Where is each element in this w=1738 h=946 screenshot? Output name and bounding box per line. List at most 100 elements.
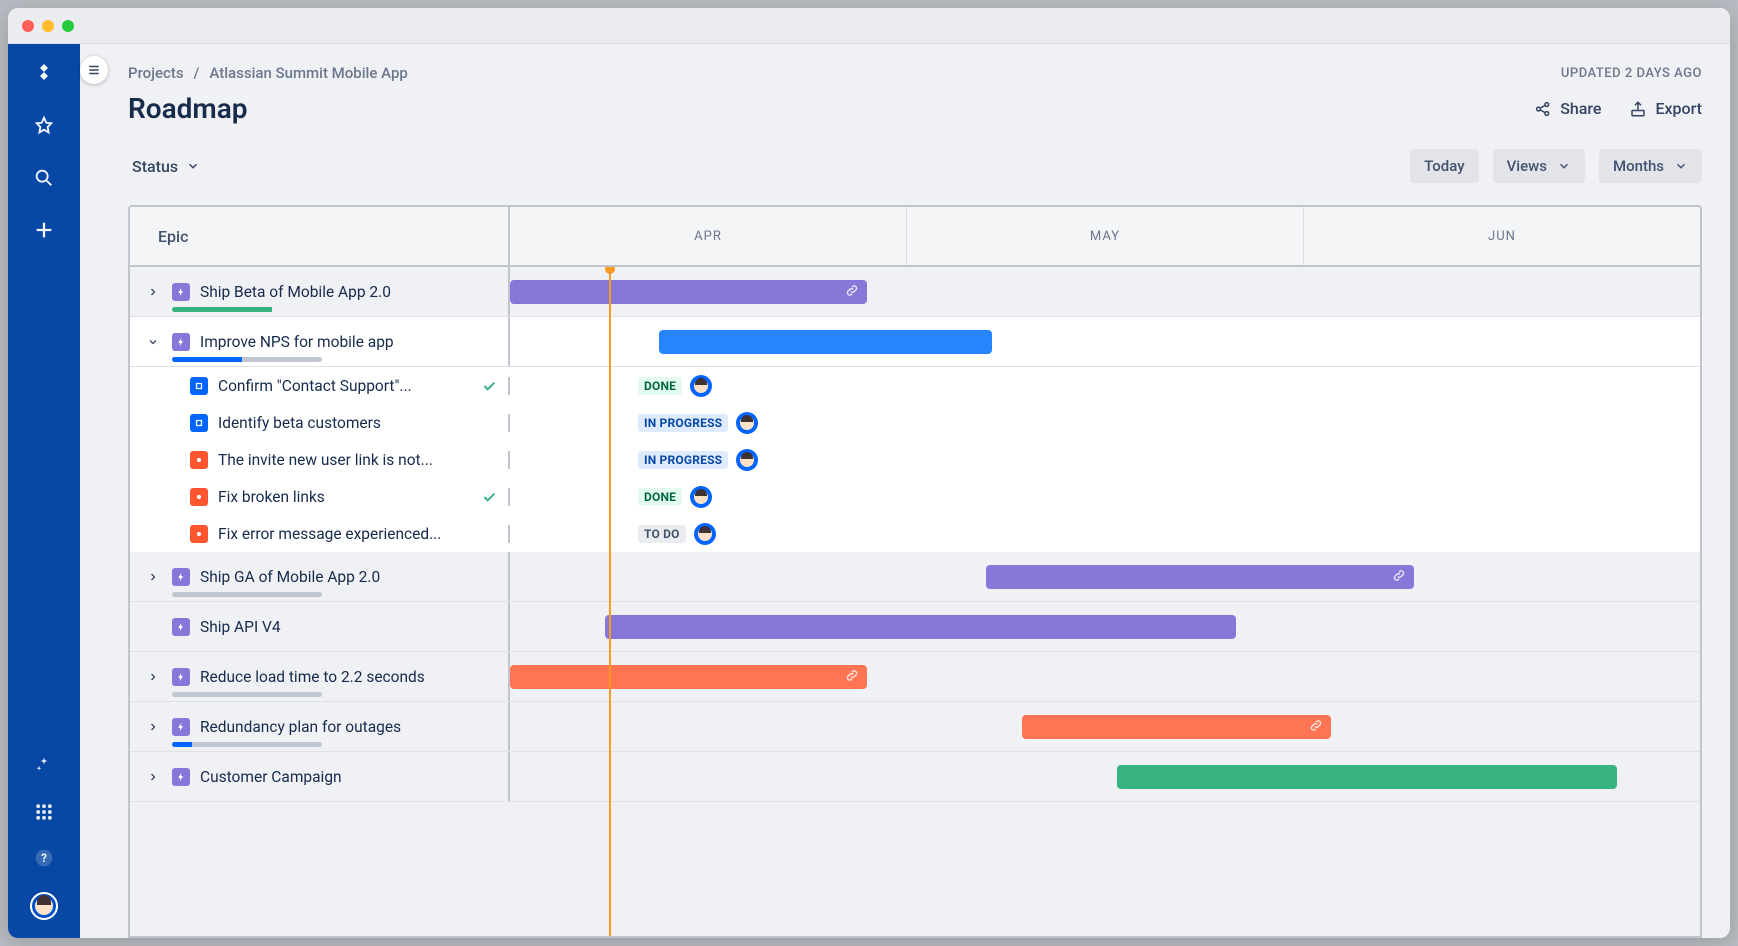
epic-row: Reduce load time to 2.2 seconds bbox=[130, 652, 1700, 702]
expand-chevron-icon[interactable] bbox=[144, 718, 162, 736]
child-row: The invite new user link is not... IN PR… bbox=[130, 441, 1700, 478]
epic-icon bbox=[172, 718, 190, 736]
epic-row-left[interactable]: Reduce load time to 2.2 seconds bbox=[130, 652, 510, 701]
epic-bar[interactable] bbox=[659, 330, 992, 354]
grid-body: Ship Beta of Mobile App 2.0 Improve NPS … bbox=[130, 267, 1700, 936]
epic-row-timeline[interactable] bbox=[510, 752, 1700, 801]
assignee-avatar[interactable] bbox=[736, 449, 758, 471]
page-header: Roadmap Share Export bbox=[128, 92, 1702, 125]
page-title: Roadmap bbox=[128, 92, 248, 125]
epic-title: Customer Campaign bbox=[200, 768, 498, 786]
assignee-avatar[interactable] bbox=[736, 412, 758, 434]
epic-row: Improve NPS for mobile app bbox=[130, 317, 1700, 367]
child-row-left[interactable]: Fix broken links bbox=[130, 488, 510, 506]
epic-bar[interactable] bbox=[510, 280, 867, 304]
jira-logo-icon[interactable] bbox=[32, 62, 56, 86]
share-label: Share bbox=[1560, 99, 1601, 118]
epic-row: Ship Beta of Mobile App 2.0 bbox=[130, 267, 1700, 317]
expand-chevron-icon[interactable] bbox=[144, 668, 162, 686]
child-row-right: DONE bbox=[510, 486, 1700, 508]
timeline-header: APR MAY JUN bbox=[510, 207, 1700, 265]
epic-row-left[interactable]: Ship GA of Mobile App 2.0 bbox=[130, 552, 510, 601]
views-dropdown[interactable]: Views bbox=[1493, 149, 1585, 183]
epic-row-timeline[interactable] bbox=[510, 267, 1700, 316]
child-row: Fix broken links DONE bbox=[130, 478, 1700, 515]
profile-avatar[interactable] bbox=[30, 892, 58, 920]
epic-row-left[interactable]: Improve NPS for mobile app bbox=[130, 317, 510, 366]
updated-label: UPDATED 2 DAYS AGO bbox=[1561, 66, 1702, 81]
epic-title: Ship API V4 bbox=[200, 618, 498, 636]
expanded-children: Confirm "Contact Support"... DONE Identi… bbox=[130, 367, 1700, 552]
sidebar-collapse-button[interactable] bbox=[80, 56, 108, 84]
today-indicator bbox=[609, 267, 611, 936]
assignee-avatar[interactable] bbox=[690, 375, 712, 397]
share-button[interactable]: Share bbox=[1534, 99, 1601, 118]
link-icon bbox=[1309, 718, 1323, 737]
epic-row: Ship API V4 bbox=[130, 602, 1700, 652]
epic-title: Redundancy plan for outages bbox=[200, 718, 498, 736]
today-button[interactable]: Today bbox=[1410, 149, 1478, 183]
epic-icon bbox=[172, 618, 190, 636]
epic-icon bbox=[172, 668, 190, 686]
epic-title: Improve NPS for mobile app bbox=[200, 333, 498, 351]
epic-row-left[interactable]: Ship Beta of Mobile App 2.0 bbox=[130, 267, 510, 316]
epic-bar[interactable] bbox=[1022, 715, 1331, 739]
epic-bar[interactable] bbox=[986, 565, 1414, 589]
assignee-avatar[interactable] bbox=[690, 486, 712, 508]
status-filter[interactable]: Status bbox=[128, 151, 204, 182]
export-button[interactable]: Export bbox=[1629, 99, 1702, 118]
epic-row-timeline[interactable] bbox=[510, 652, 1700, 701]
status-badge: DONE bbox=[638, 488, 682, 506]
epic-row-left[interactable]: Redundancy plan for outages bbox=[130, 702, 510, 751]
epic-bar[interactable] bbox=[1117, 765, 1617, 789]
grid-header: Epic APR MAY JUN bbox=[130, 207, 1700, 267]
window-maximize-icon[interactable] bbox=[62, 20, 74, 32]
status-badge: DONE bbox=[638, 377, 682, 395]
status-badge: IN PROGRESS bbox=[638, 451, 728, 469]
child-row-right: IN PROGRESS bbox=[510, 449, 1700, 471]
child-title: Fix error message experienced... bbox=[218, 525, 498, 543]
expand-chevron-icon[interactable] bbox=[144, 333, 162, 351]
epic-row: Ship GA of Mobile App 2.0 bbox=[130, 552, 1700, 602]
link-icon bbox=[845, 668, 859, 687]
star-icon[interactable] bbox=[32, 114, 56, 138]
expand-chevron-icon[interactable] bbox=[144, 768, 162, 786]
chevron-down-icon bbox=[1557, 159, 1571, 173]
child-row-left[interactable]: Fix error message experienced... bbox=[130, 525, 510, 543]
month-may: MAY bbox=[907, 207, 1304, 265]
epic-row-timeline[interactable] bbox=[510, 552, 1700, 601]
app-window: ? Projects / Atlassian Summit Mobile App… bbox=[8, 8, 1730, 938]
epic-row-timeline[interactable] bbox=[510, 702, 1700, 751]
roadmap-grid: Epic APR MAY JUN Ship Beta o bbox=[128, 205, 1702, 938]
window-close-icon[interactable] bbox=[22, 20, 34, 32]
window-minimize-icon[interactable] bbox=[42, 20, 54, 32]
epic-bar[interactable] bbox=[605, 615, 1236, 639]
epic-row-left[interactable]: Customer Campaign bbox=[130, 752, 510, 801]
assignee-avatar[interactable] bbox=[694, 523, 716, 545]
child-row-left[interactable]: Identify beta customers bbox=[130, 414, 510, 432]
expand-chevron-icon[interactable] bbox=[144, 283, 162, 301]
timescale-dropdown[interactable]: Months bbox=[1599, 149, 1702, 183]
plus-icon[interactable] bbox=[32, 218, 56, 242]
epic-row-timeline[interactable] bbox=[510, 317, 1700, 366]
link-icon bbox=[845, 283, 859, 302]
child-row-left[interactable]: The invite new user link is not... bbox=[130, 451, 510, 469]
notifications-icon[interactable] bbox=[32, 754, 56, 778]
epic-row-left[interactable]: Ship API V4 bbox=[130, 602, 510, 651]
child-row: Identify beta customers IN PROGRESS bbox=[130, 404, 1700, 441]
column-header-epic: Epic bbox=[130, 207, 510, 265]
help-icon[interactable]: ? bbox=[32, 846, 56, 870]
app-switcher-icon[interactable] bbox=[32, 800, 56, 824]
child-row-left[interactable]: Confirm "Contact Support"... bbox=[130, 377, 510, 395]
expand-chevron-icon[interactable] bbox=[144, 568, 162, 586]
app-body: ? Projects / Atlassian Summit Mobile App… bbox=[8, 44, 1730, 938]
child-title: Fix broken links bbox=[218, 488, 470, 506]
epic-row-timeline[interactable] bbox=[510, 602, 1700, 651]
check-icon bbox=[480, 377, 498, 395]
search-icon[interactable] bbox=[32, 166, 56, 190]
child-row: Confirm "Contact Support"... DONE bbox=[130, 367, 1700, 404]
breadcrumb-root[interactable]: Projects bbox=[128, 64, 184, 82]
chevron-down-icon bbox=[1674, 159, 1688, 173]
epic-bar[interactable] bbox=[510, 665, 867, 689]
breadcrumb-project[interactable]: Atlassian Summit Mobile App bbox=[209, 64, 407, 82]
